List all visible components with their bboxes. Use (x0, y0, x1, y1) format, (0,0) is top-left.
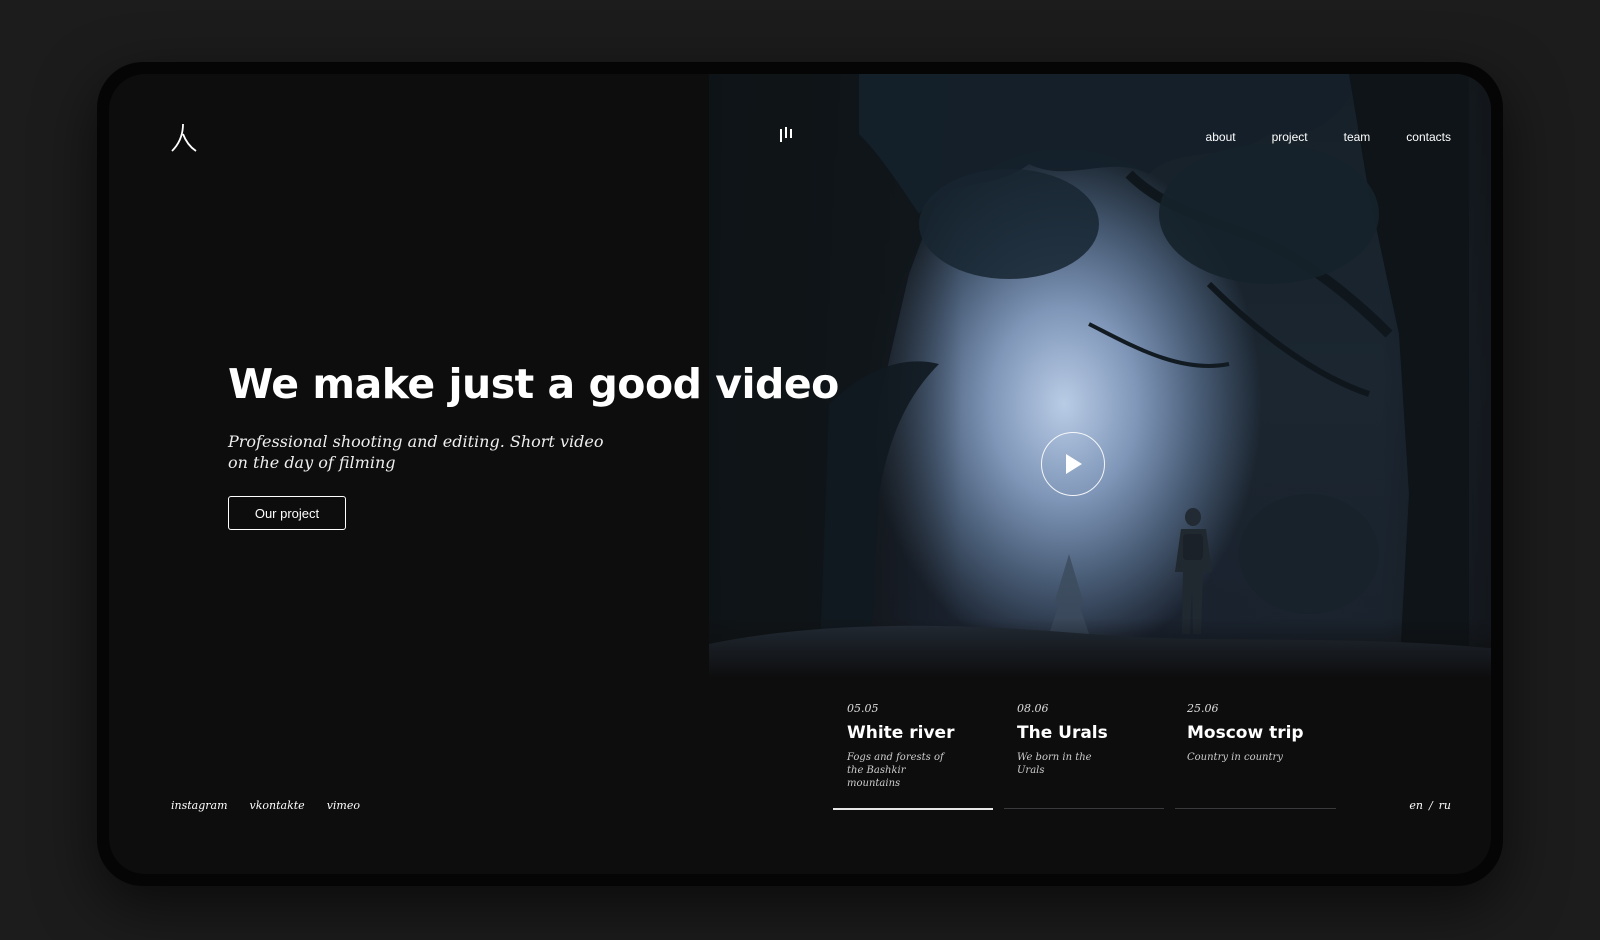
social-vkontakte[interactable]: vkontakte (250, 799, 305, 812)
lang-ru[interactable]: ru (1439, 799, 1451, 812)
hero-title: We make just a good video (228, 360, 839, 408)
project-description: Country in country (1187, 752, 1283, 763)
hero-subtitle-line1: Professional shooting and editing. Short… (228, 432, 604, 451)
project-date: 05.05 (847, 702, 879, 715)
lang-separator: / (1428, 799, 1433, 812)
hero-subtitle-line2: on the day of filming (228, 453, 396, 472)
nav-team[interactable]: team (1344, 130, 1371, 144)
social-links: instagram vkontakte vimeo (171, 799, 360, 812)
project-description: Fogs and forests of the Bashkir mountain… (847, 752, 944, 789)
project-title: Moscow trip (1187, 723, 1304, 743)
social-vimeo[interactable]: vimeo (327, 799, 360, 812)
project-title: White river (847, 723, 955, 743)
project-date: 25.06 (1187, 702, 1219, 715)
project-date: 08.06 (1017, 702, 1049, 715)
equalizer-menu-icon[interactable] (779, 127, 793, 143)
lang-en[interactable]: en (1409, 799, 1423, 812)
person-glyph-logo[interactable] (169, 122, 199, 154)
nav-about[interactable]: about (1206, 130, 1236, 144)
project-description: We born in the Urals (1017, 752, 1092, 776)
language-switcher: en / ru (1409, 799, 1451, 812)
play-icon (1066, 454, 1082, 474)
social-instagram[interactable]: instagram (171, 799, 228, 812)
slider-progress-1[interactable] (833, 808, 993, 810)
hero-subtitle: Professional shooting and editing. Short… (228, 431, 608, 473)
project-title: The Urals (1017, 723, 1108, 743)
device-frame: about project team contacts We make just… (97, 62, 1503, 886)
slider-progress-3[interactable] (1175, 808, 1336, 809)
play-button[interactable] (1041, 432, 1105, 496)
nav-project[interactable]: project (1272, 130, 1308, 144)
our-project-button[interactable]: Our project (228, 496, 346, 530)
slider-progress-2[interactable] (1004, 808, 1164, 809)
nav-contacts[interactable]: contacts (1406, 130, 1451, 144)
main-nav: about project team contacts (1206, 130, 1451, 144)
project-card-the-urals[interactable]: 08.06 The Urals We born in the Urals (1017, 702, 1167, 777)
website-screen: about project team contacts We make just… (109, 74, 1491, 874)
project-card-moscow-trip[interactable]: 25.06 Moscow trip Country in country (1187, 702, 1337, 764)
project-card-white-river[interactable]: 05.05 White river Fogs and forests of th… (847, 702, 997, 790)
